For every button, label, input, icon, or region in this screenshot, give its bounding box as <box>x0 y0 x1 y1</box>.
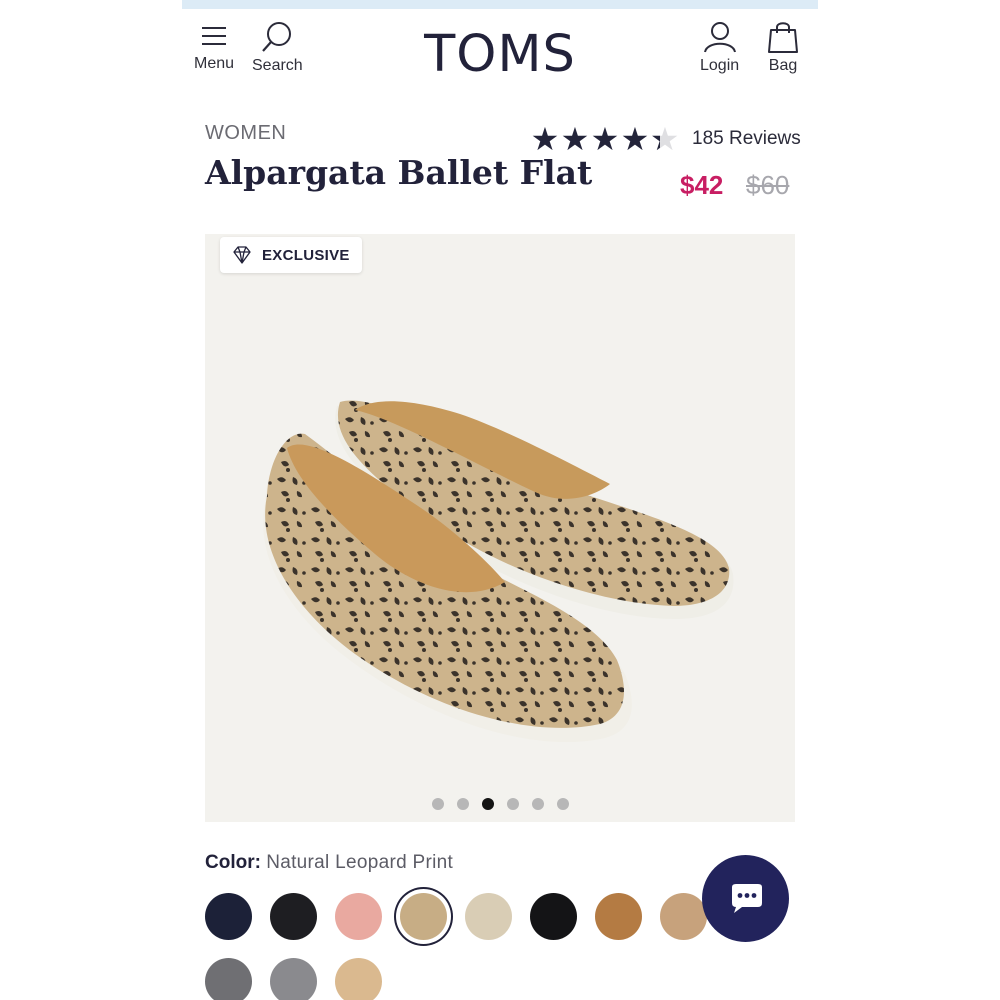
original-price: $60 <box>746 170 790 200</box>
color-swatch-black[interactable] <box>530 893 577 940</box>
rating-summary[interactable]: ★ ★ ★ ★ ★ ★ 185 Reviews <box>530 123 801 155</box>
chat-button[interactable] <box>702 855 789 942</box>
color-swatch-woven-natural[interactable] <box>335 958 382 1000</box>
login-button[interactable]: Login <box>700 21 739 75</box>
product-category[interactable]: WOMEN <box>205 122 286 145</box>
bag-button[interactable]: Bag <box>768 21 798 75</box>
star-icon: ★ ★ <box>650 121 680 157</box>
sale-price: $42 <box>680 170 724 200</box>
color-value: Natural Leopard Print <box>266 852 454 873</box>
login-label: Login <box>700 57 740 74</box>
bag-label: Bag <box>768 57 798 74</box>
gallery-dot-active[interactable] <box>481 798 494 810</box>
reviews-link[interactable]: 185 Reviews <box>692 128 801 150</box>
color-swatch-black-textured[interactable] <box>270 893 317 940</box>
site-header: Menu Search TOMS Login Bag <box>182 9 818 99</box>
diamond-icon <box>233 246 251 264</box>
product-title: Alpargata Ballet Flat <box>205 153 593 192</box>
star-icon: ★ <box>590 121 620 157</box>
color-swatch-navy[interactable] <box>205 893 252 940</box>
exclusive-badge-label: EXCLUSIVE <box>262 246 350 264</box>
gallery-dot[interactable] <box>506 798 519 810</box>
color-swatch-natural-leopard-print[interactable] <box>400 893 447 940</box>
shopping-bag-icon <box>768 22 798 53</box>
star-icon: ★ <box>620 121 650 157</box>
user-icon <box>703 22 736 53</box>
color-swatch-grey-herringbone[interactable] <box>205 958 252 1000</box>
product-image-gallery[interactable]: EXCLUSIVE <box>205 234 795 822</box>
exclusive-badge: EXCLUSIVE <box>220 237 362 273</box>
gallery-dot[interactable] <box>431 798 444 810</box>
star-icon: ★ <box>560 121 590 157</box>
color-label: Color: <box>205 852 261 873</box>
product-image-leopard-flats <box>263 400 734 743</box>
gallery-dot[interactable] <box>531 798 544 810</box>
color-swatch-black-white-tweed[interactable] <box>270 958 317 1000</box>
gallery-dot[interactable] <box>556 798 569 810</box>
color-swatch-natural[interactable] <box>465 893 512 940</box>
color-swatch-tan[interactable] <box>660 893 707 940</box>
gallery-dot[interactable] <box>456 798 469 810</box>
chat-bubble-icon <box>731 883 762 913</box>
color-swatch-leopard[interactable] <box>595 893 642 940</box>
color-selection-label: Color: Natural Leopard Print <box>205 852 453 874</box>
gallery-pagination <box>205 798 795 810</box>
color-swatch-pink[interactable] <box>335 893 382 940</box>
top-banner-strip <box>182 0 818 9</box>
star-rating: ★ ★ ★ ★ ★ ★ <box>530 123 680 155</box>
star-icon: ★ <box>530 121 560 157</box>
